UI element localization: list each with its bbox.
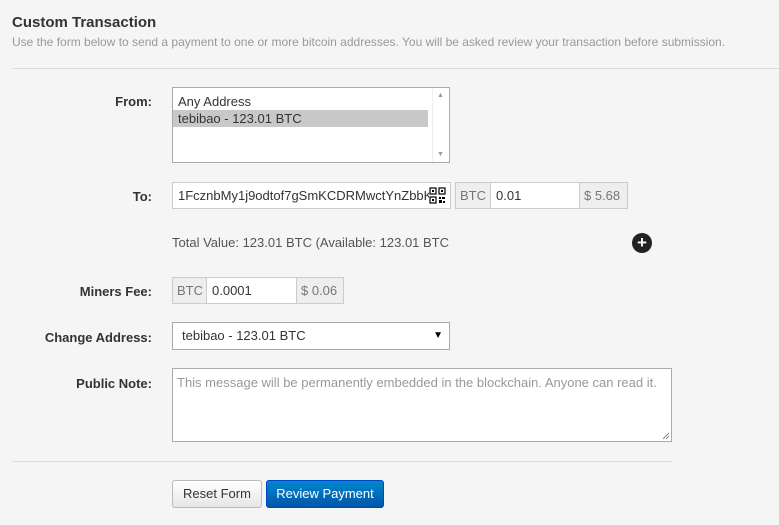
to-address-input[interactable]: 1FcznbMy1j9odtof7gSmKCDRMwctYnZbbK: [172, 182, 451, 209]
resize-grip-icon[interactable]: [662, 432, 670, 440]
listbox-scrollbar[interactable]: ▲ ▼: [432, 88, 449, 162]
page-subtitle: Use the form below to send a payment to …: [12, 35, 726, 49]
to-currency-addon: BTC: [455, 182, 491, 209]
header-divider: [12, 68, 779, 69]
public-note-label: Public Note:: [76, 376, 152, 391]
miners-fee-input[interactable]: 0.0001: [206, 277, 297, 304]
scroll-down-arrow-icon[interactable]: ▼: [437, 151, 444, 158]
change-address-value: tebibao - 123.01 BTC: [182, 328, 306, 343]
change-address-label: Change Address:: [44, 330, 152, 345]
from-address-listbox[interactable]: Any Address tebibao - 123.01 BTC ▲ ▼: [172, 87, 450, 163]
from-option-any-address[interactable]: Any Address: [173, 93, 428, 110]
fee-usd-value: $ 0.06: [296, 277, 344, 304]
miners-fee-label: Miners Fee:: [79, 284, 152, 299]
plus-circle-icon[interactable]: +: [632, 233, 652, 253]
to-label: To:: [132, 189, 152, 204]
to-usd-value: $ 5.68: [579, 182, 628, 209]
page-header: Custom Transaction Use the form below to…: [12, 14, 767, 49]
form-divider: [12, 461, 672, 462]
change-address-select[interactable]: tebibao - 123.01 BTC ▼: [172, 322, 450, 350]
from-label: From:: [115, 94, 152, 109]
reset-form-button[interactable]: Reset Form: [172, 480, 262, 508]
public-note-placeholder: This message will be permanently embedde…: [177, 375, 657, 390]
fee-currency-addon: BTC: [172, 277, 207, 304]
review-payment-button[interactable]: Review Payment: [266, 480, 384, 508]
total-value-text: Total Value: 123.01 BTC (Available: 123.…: [172, 235, 450, 250]
public-note-textarea[interactable]: This message will be permanently embedde…: [172, 368, 672, 442]
page-title: Custom Transaction: [12, 14, 157, 31]
qr-code-icon[interactable]: [429, 187, 446, 204]
dropdown-caret-icon: ▼: [433, 330, 443, 341]
from-option-tebibao[interactable]: tebibao - 123.01 BTC: [173, 110, 428, 127]
to-amount-input[interactable]: 0.01: [490, 182, 580, 209]
scroll-up-arrow-icon[interactable]: ▲: [437, 92, 444, 99]
